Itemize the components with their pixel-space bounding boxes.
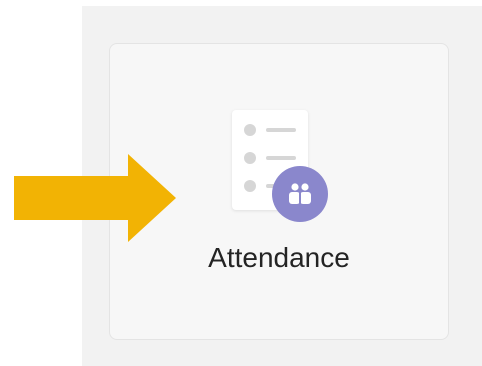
screenshot-canvas: Attendance — [0, 0, 482, 366]
people-icon — [272, 166, 328, 222]
list-bullet — [244, 124, 256, 136]
list-bullet — [244, 180, 256, 192]
arrow-right-icon — [14, 154, 176, 242]
list-line — [266, 128, 296, 132]
list-line — [266, 156, 296, 160]
people-glyph — [289, 183, 311, 204]
list-bullet — [244, 152, 256, 164]
